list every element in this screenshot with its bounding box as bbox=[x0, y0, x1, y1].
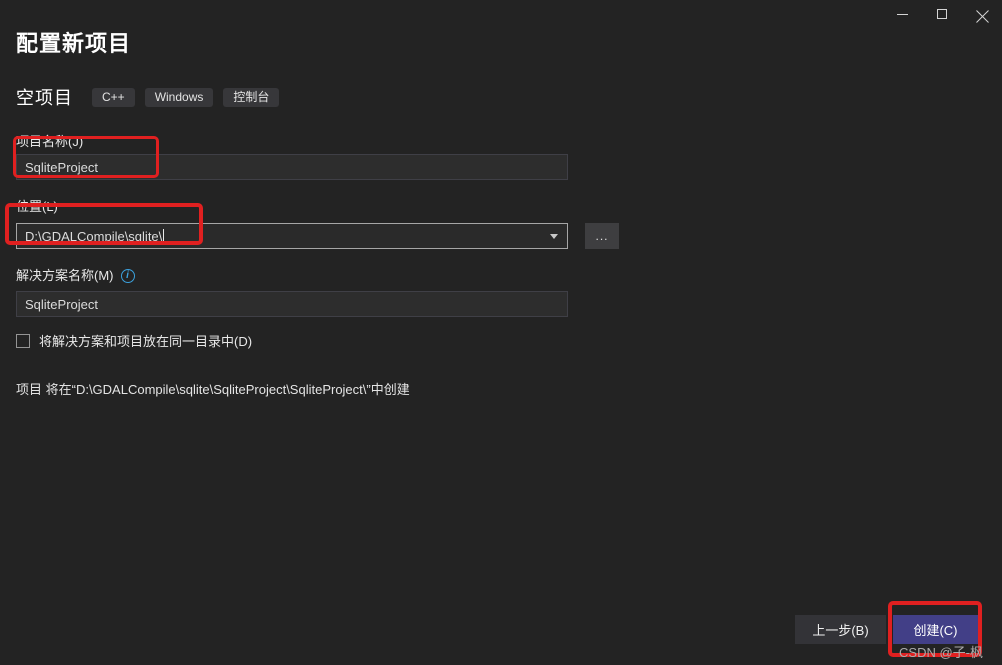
same-directory-row: 将解决方案和项目放在同一目录中(D) bbox=[16, 331, 986, 350]
info-icon[interactable] bbox=[121, 269, 135, 283]
location-group: 位置(L) D:\GDALCompile\sqlite\ ... bbox=[16, 199, 986, 249]
project-name-input[interactable] bbox=[16, 154, 568, 180]
solution-name-input[interactable] bbox=[16, 291, 568, 317]
solution-name-group: 解决方案名称(M) bbox=[16, 268, 986, 317]
page-title: 配置新项目 bbox=[16, 30, 986, 58]
location-label: 位置(L) bbox=[16, 199, 986, 214]
location-row: D:\GDALCompile\sqlite\ ... bbox=[16, 223, 986, 249]
back-button[interactable]: 上一步(B) bbox=[795, 615, 886, 644]
browse-button[interactable]: ... bbox=[585, 223, 619, 249]
path-note: 项目 将在“D:\GDALCompile\sqlite\SqliteProjec… bbox=[16, 379, 986, 398]
same-directory-checkbox[interactable] bbox=[16, 334, 30, 348]
maximize-icon bbox=[937, 9, 947, 19]
text-caret bbox=[163, 229, 164, 244]
dialog-content: 配置新项目 空项目 C++ Windows 控制台 项目名称(J) 位置(L) … bbox=[16, 28, 986, 398]
chevron-down-icon bbox=[550, 234, 558, 239]
tag-cpp: C++ bbox=[92, 88, 135, 107]
template-tags: C++ Windows 控制台 bbox=[92, 88, 279, 107]
project-name-group: 项目名称(J) bbox=[16, 134, 986, 180]
maximize-button[interactable] bbox=[922, 0, 962, 28]
location-value: D:\GDALCompile\sqlite\ bbox=[25, 229, 162, 244]
close-button[interactable] bbox=[962, 0, 1002, 28]
watermark: CSDN @子-枫 bbox=[899, 642, 983, 661]
template-name: 空项目 bbox=[16, 84, 73, 110]
create-button[interactable]: 创建(C) bbox=[893, 615, 978, 644]
project-name-label: 项目名称(J) bbox=[16, 134, 986, 149]
template-summary: 空项目 C++ Windows 控制台 bbox=[16, 84, 986, 110]
tag-windows: Windows bbox=[145, 88, 214, 107]
close-icon bbox=[976, 8, 989, 21]
solution-name-label: 解决方案名称(M) bbox=[16, 268, 114, 283]
minimize-icon bbox=[897, 14, 908, 15]
solution-name-label-row: 解决方案名称(M) bbox=[16, 268, 986, 283]
location-combobox[interactable]: D:\GDALCompile\sqlite\ bbox=[16, 223, 568, 249]
tag-console: 控制台 bbox=[223, 88, 279, 107]
same-directory-label: 将解决方案和项目放在同一目录中(D) bbox=[39, 331, 252, 350]
minimize-button[interactable] bbox=[882, 0, 922, 28]
titlebar bbox=[882, 0, 1002, 28]
